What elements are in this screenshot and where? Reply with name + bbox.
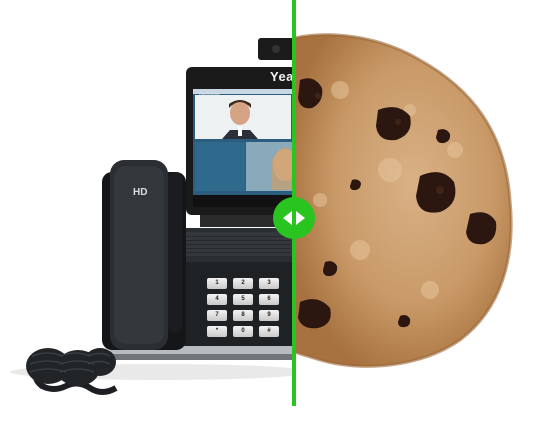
before-image-phone: Yea HD Conference 1 2 3 4 5 6 7 8 9 * 0 … xyxy=(0,0,294,425)
keypad-key: 9 xyxy=(259,310,279,321)
brand-logo: Yea xyxy=(270,69,294,84)
phone-illustration xyxy=(10,38,294,395)
hd-badge: HD xyxy=(133,187,148,198)
keypad-key: 6 xyxy=(259,294,279,305)
keypad-key: * xyxy=(207,326,227,337)
keypad-key: 7 xyxy=(207,310,227,321)
keypad-key: 8 xyxy=(233,310,253,321)
keypad-key: 5 xyxy=(233,294,253,305)
keypad-key: 0 xyxy=(233,326,253,337)
keypad-key: 2 xyxy=(233,278,253,289)
image-comparison-slider[interactable]: Yea HD Conference 1 2 3 4 5 6 7 8 9 * 0 … xyxy=(0,0,538,425)
arrow-left-icon xyxy=(283,211,292,225)
keypad-key: 1 xyxy=(207,278,227,289)
keypad-key: 4 xyxy=(207,294,227,305)
cookie-illustration xyxy=(294,33,513,368)
screen-label: Conference xyxy=(199,91,220,96)
comparison-drag-handle[interactable] xyxy=(273,197,315,239)
arrow-right-icon xyxy=(296,211,305,225)
keypad-key: # xyxy=(259,326,279,337)
after-image-cookie xyxy=(294,0,538,425)
keypad-key: 3 xyxy=(259,278,279,289)
